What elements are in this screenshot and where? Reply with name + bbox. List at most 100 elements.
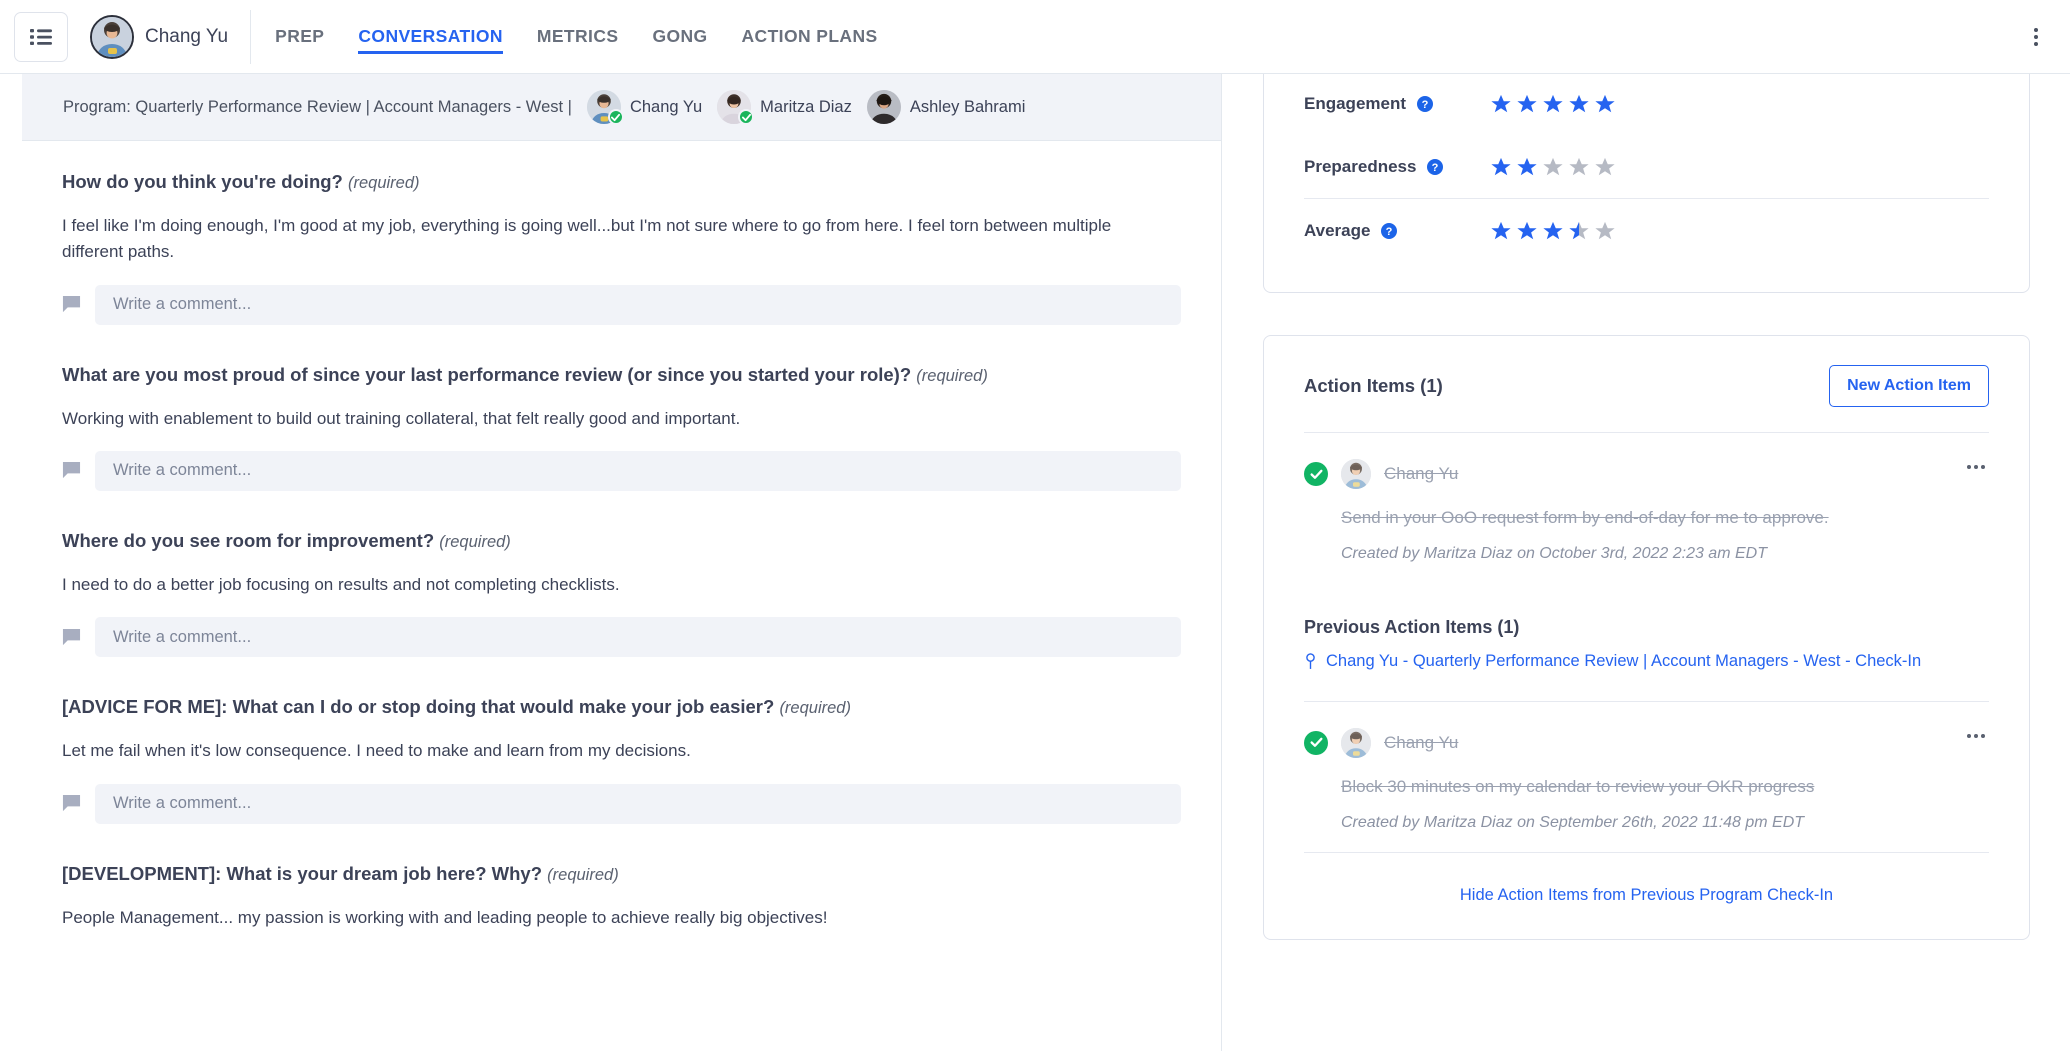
action-item-header: Chang Yu bbox=[1304, 728, 1989, 758]
question-text: [DEVELOPMENT]: What is your dream job he… bbox=[62, 863, 542, 884]
tab-metrics[interactable]: METRICS bbox=[537, 0, 619, 74]
participant-chang-yu[interactable]: Chang Yu bbox=[587, 90, 702, 124]
current-user-name: Chang Yu bbox=[145, 26, 228, 48]
required-label: (required) bbox=[439, 533, 511, 551]
action-item-meta: Created by Maritza Diaz on October 3rd, … bbox=[1341, 545, 1989, 563]
question-block: Where do you see room for improvement? (… bbox=[62, 499, 1181, 657]
question-answer: Let me fail when it's low consequence. I… bbox=[62, 738, 1172, 764]
action-item-assignee: Chang Yu bbox=[1384, 733, 1458, 753]
tab-conversation[interactable]: CONVERSATION bbox=[358, 0, 502, 74]
svg-text:?: ? bbox=[1422, 99, 1429, 111]
top-navigation-bar: Chang Yu PREP CONVERSATION METRICS GONG … bbox=[0, 0, 2070, 74]
rating-row-preparedness: Preparedness ? bbox=[1304, 135, 1989, 198]
right-sidebar: Coachability ? Engagement bbox=[1223, 74, 2070, 1051]
main-tabs: PREP CONVERSATION METRICS GONG ACTION PL… bbox=[275, 0, 877, 74]
rating-label: Average ? bbox=[1304, 221, 1454, 241]
hide-previous-action-items-link[interactable]: Hide Action Items from Previous Program … bbox=[1460, 886, 1833, 904]
comment-input[interactable] bbox=[95, 617, 1181, 657]
comment-input[interactable] bbox=[95, 285, 1181, 325]
question-text: How do you think you're doing? bbox=[62, 171, 343, 192]
help-icon[interactable]: ? bbox=[1417, 96, 1433, 112]
question-answer: People Management... my passion is worki… bbox=[62, 905, 1172, 931]
conversation-questions-panel: How do you think you're doing? (required… bbox=[22, 141, 1222, 1051]
comment-bubble-icon bbox=[62, 628, 81, 647]
help-icon[interactable]: ? bbox=[1427, 159, 1443, 175]
participant-name: Maritza Diaz bbox=[760, 98, 852, 117]
rating-name: Engagement bbox=[1304, 94, 1406, 114]
question-text: What are you most proud of since your la… bbox=[62, 364, 911, 385]
question-title: What are you most proud of since your la… bbox=[62, 363, 1181, 388]
question-title: [DEVELOPMENT]: What is your dream job he… bbox=[62, 862, 1181, 887]
header-divider bbox=[250, 10, 251, 64]
action-item-header: Chang Yu bbox=[1304, 459, 1989, 489]
question-block: [ADVICE FOR ME]: What can I do or stop d… bbox=[62, 665, 1181, 823]
star-rating-average bbox=[1490, 220, 1616, 242]
comment-bubble-icon bbox=[62, 461, 81, 480]
hide-previous-wrap: Hide Action Items from Previous Program … bbox=[1304, 853, 1989, 905]
comment-row bbox=[62, 285, 1181, 325]
check-icon bbox=[608, 109, 624, 125]
action-items-title: Action Items (1) bbox=[1304, 375, 1443, 397]
kebab-vertical-icon[interactable] bbox=[2028, 22, 2044, 52]
spacer bbox=[1304, 671, 1989, 701]
required-label: (required) bbox=[916, 367, 988, 385]
rating-row-engagement: Engagement ? bbox=[1304, 74, 1989, 135]
svg-text:?: ? bbox=[1432, 162, 1439, 174]
participant-ashley-bahrami[interactable]: Ashley Bahrami bbox=[867, 90, 1026, 124]
participant-maritza-diaz[interactable]: Maritza Diaz bbox=[717, 90, 852, 124]
star-rating[interactable] bbox=[1490, 93, 1616, 115]
question-block: [DEVELOPMENT]: What is your dream job he… bbox=[62, 832, 1181, 931]
participant-name: Chang Yu bbox=[630, 98, 702, 117]
comment-row bbox=[62, 451, 1181, 491]
current-user-chip[interactable]: Chang Yu bbox=[90, 0, 228, 74]
program-label: Program: Quarterly Performance Review | … bbox=[63, 98, 572, 117]
avatar bbox=[587, 90, 621, 124]
rating-name: Average bbox=[1304, 221, 1370, 241]
check-circle-icon[interactable] bbox=[1304, 462, 1328, 486]
previous-action-items-title: Previous Action Items (1) bbox=[1304, 617, 1989, 638]
rating-label: Engagement ? bbox=[1304, 94, 1454, 114]
new-action-item-button[interactable]: New Action Item bbox=[1829, 365, 1989, 407]
pin-icon bbox=[1304, 653, 1317, 670]
question-title: How do you think you're doing? (required… bbox=[62, 170, 1181, 195]
rating-name: Preparedness bbox=[1304, 157, 1416, 177]
action-item-overflow-icon[interactable] bbox=[1963, 730, 1989, 742]
tab-gong[interactable]: GONG bbox=[652, 0, 707, 74]
rating-label: Preparedness ? bbox=[1304, 157, 1454, 177]
question-title: [ADVICE FOR ME]: What can I do or stop d… bbox=[62, 695, 1181, 720]
action-item-description: Send in your OoO request form by end-of-… bbox=[1341, 506, 1989, 530]
tab-prep[interactable]: PREP bbox=[275, 0, 324, 74]
svg-text:?: ? bbox=[1386, 226, 1393, 238]
required-label: (required) bbox=[547, 866, 619, 884]
program-context-bar: Program: Quarterly Performance Review | … bbox=[22, 74, 1222, 141]
question-text: Where do you see room for improvement? bbox=[62, 530, 434, 551]
action-item-meta: Created by Maritza Diaz on September 26t… bbox=[1341, 814, 1989, 832]
question-block: How do you think you're doing? (required… bbox=[62, 141, 1181, 325]
sidebar-toggle-button[interactable] bbox=[14, 12, 68, 62]
avatar bbox=[1341, 459, 1371, 489]
participant-name: Ashley Bahrami bbox=[910, 98, 1026, 117]
help-icon[interactable]: ? bbox=[1381, 223, 1397, 239]
tab-action-plans[interactable]: ACTION PLANS bbox=[742, 0, 878, 74]
previous-program-link[interactable]: Chang Yu - Quarterly Performance Review … bbox=[1326, 652, 1921, 671]
list-icon bbox=[30, 28, 52, 46]
question-answer: I feel like I'm doing enough, I'm good a… bbox=[62, 213, 1172, 266]
comment-input[interactable] bbox=[95, 451, 1181, 491]
avatar bbox=[90, 15, 134, 59]
required-label: (required) bbox=[779, 699, 851, 717]
comment-input[interactable] bbox=[95, 784, 1181, 824]
action-items-card: Action Items (1) New Action Item bbox=[1263, 335, 2030, 940]
check-circle-icon[interactable] bbox=[1304, 731, 1328, 755]
spacer bbox=[1304, 832, 1989, 852]
action-item-overflow-icon[interactable] bbox=[1963, 461, 1989, 473]
avatar bbox=[717, 90, 751, 124]
comment-row bbox=[62, 617, 1181, 657]
required-label: (required) bbox=[348, 174, 420, 192]
star-rating[interactable] bbox=[1490, 156, 1616, 178]
action-item-description: Block 30 minutes on my calendar to revie… bbox=[1341, 775, 1989, 799]
question-answer: Working with enablement to build out tra… bbox=[62, 406, 1172, 432]
comment-row bbox=[62, 784, 1181, 824]
comment-bubble-icon bbox=[62, 794, 81, 813]
question-answer: I need to do a better job focusing on re… bbox=[62, 572, 1172, 598]
previous-action-items-link-row: Chang Yu - Quarterly Performance Review … bbox=[1304, 652, 1989, 671]
